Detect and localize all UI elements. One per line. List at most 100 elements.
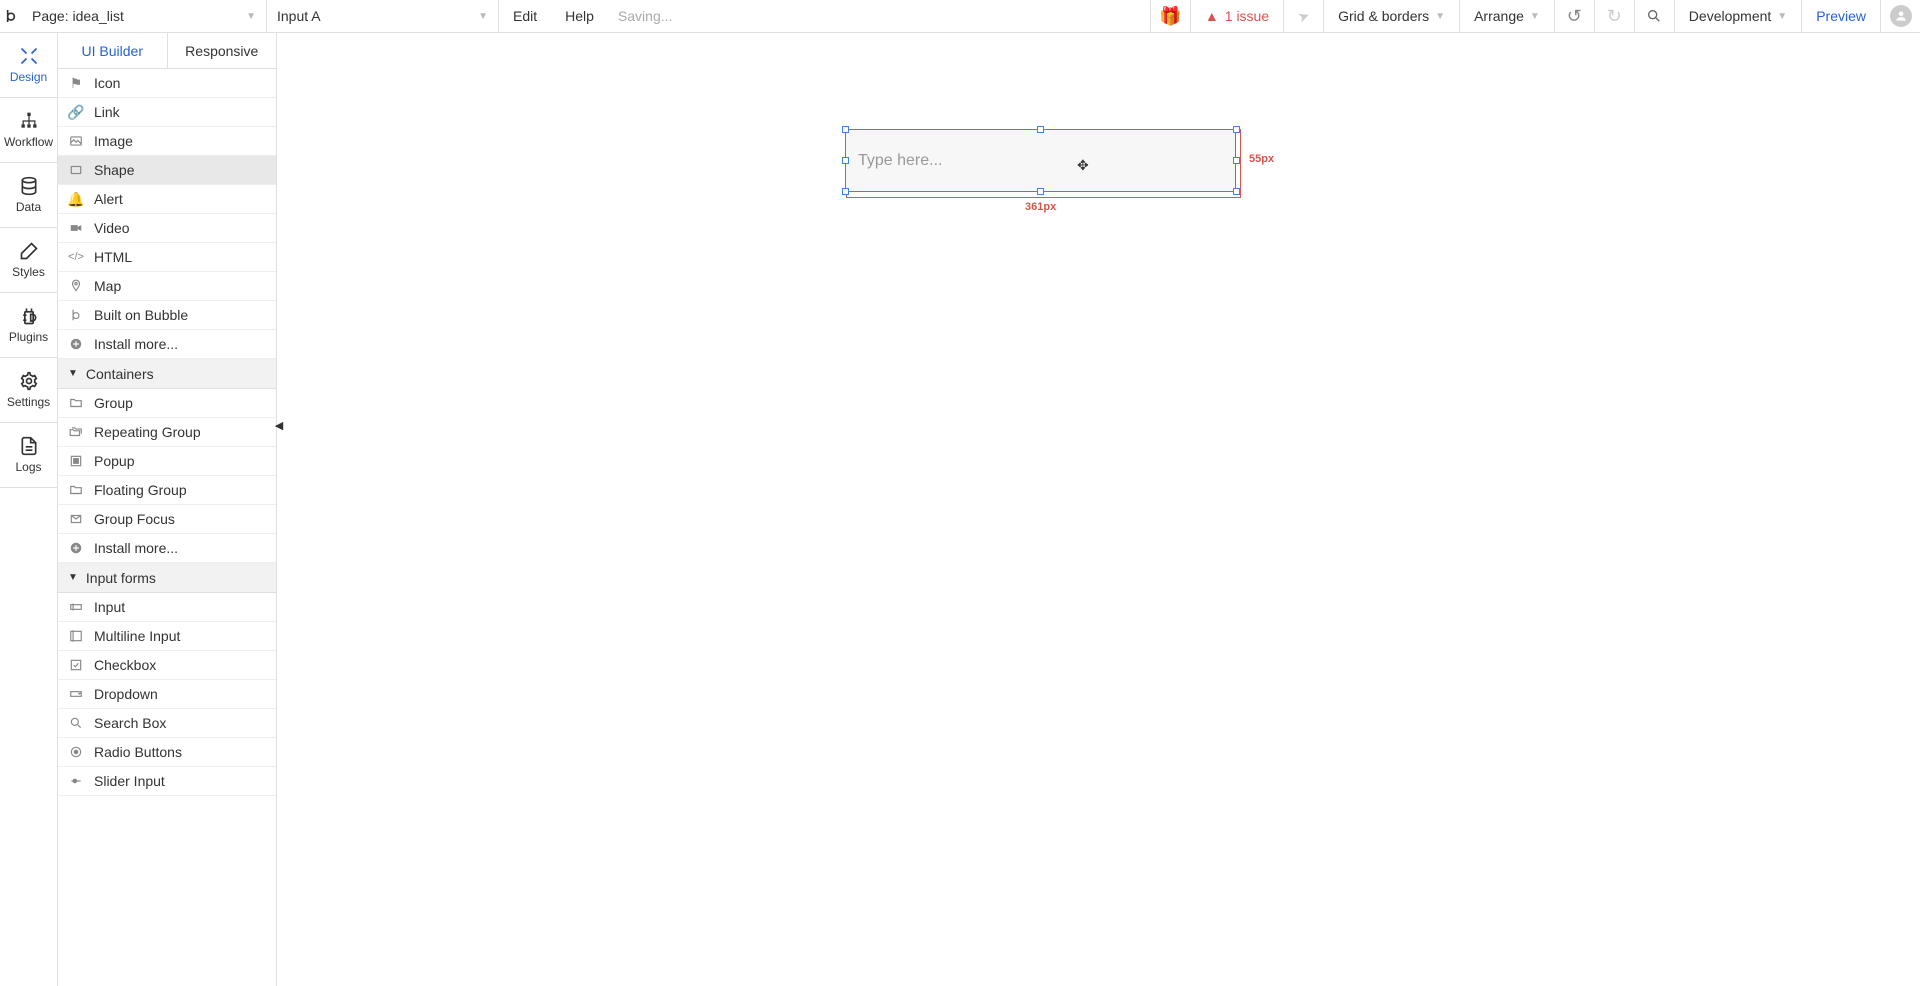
palette-item-label: Radio Buttons — [94, 744, 182, 760]
chevron-down-icon: ▼ — [1530, 11, 1540, 22]
caret-down-icon: ▼ — [68, 368, 78, 379]
palette-list[interactable]: ⚑ Icon 🔗 Link Image Shape 🔔 Alert — [58, 69, 276, 986]
chevron-down-icon: ▼ — [1435, 11, 1445, 22]
section-input-forms[interactable]: ▼ Input forms — [58, 563, 276, 593]
undo-button[interactable]: ↺ — [1554, 0, 1594, 33]
palette-item-group-focus[interactable]: Group Focus — [58, 505, 276, 534]
section-label: Input forms — [86, 570, 156, 586]
environment-label: Development — [1689, 8, 1772, 24]
palette-item-repeating-group[interactable]: Repeating Group — [58, 418, 276, 447]
topbar: Page: idea_list ▼ Input A ▼ Edit Help Sa… — [0, 0, 1920, 33]
palette-item-label: Checkbox — [94, 657, 156, 673]
palette-item-install-more[interactable]: Install more... — [58, 330, 276, 359]
palette-item-image[interactable]: Image — [58, 127, 276, 156]
resize-handle-nw[interactable] — [842, 126, 849, 133]
rail-settings[interactable]: Settings — [0, 358, 57, 423]
palette-item-floating-group[interactable]: Floating Group — [58, 476, 276, 505]
collapse-panel-handle[interactable]: ◀ — [274, 413, 284, 437]
palette-item-label: Map — [94, 278, 121, 294]
palette-item-alert[interactable]: 🔔 Alert — [58, 185, 276, 214]
palette-item-built-on-bubble[interactable]: Built on Bubble — [58, 301, 276, 330]
user-avatar[interactable] — [1880, 0, 1920, 33]
height-label: 55px — [1249, 153, 1274, 165]
rail-design[interactable]: Design — [0, 33, 57, 98]
canvas[interactable]: Type here... 361px 55px ✥ — [277, 33, 1920, 986]
code-icon: </> — [68, 249, 84, 265]
focus-icon — [68, 511, 84, 527]
arrange-label: Arrange — [1474, 8, 1524, 24]
rail-workflow[interactable]: Workflow — [0, 98, 57, 163]
palette-item-group[interactable]: Group — [58, 389, 276, 418]
palette-item-install-more-containers[interactable]: Install more... — [58, 534, 276, 563]
rail-plugins[interactable]: Plugins — [0, 293, 57, 358]
rail-logs[interactable]: Logs — [0, 423, 57, 488]
rail-styles[interactable]: Styles — [0, 228, 57, 293]
palette-item-dropdown[interactable]: Dropdown — [58, 680, 276, 709]
preview-button[interactable]: Preview — [1801, 0, 1880, 33]
search-button[interactable] — [1634, 0, 1674, 33]
width-label: 361px — [1025, 201, 1056, 213]
section-containers[interactable]: ▼ Containers — [58, 359, 276, 389]
palette-item-video[interactable]: Video — [58, 214, 276, 243]
resize-handle-sw[interactable] — [842, 188, 849, 195]
rail-label: Styles — [12, 265, 45, 279]
element-selector[interactable]: Input A ▼ — [267, 0, 499, 33]
resize-handle-se[interactable] — [1233, 188, 1240, 195]
palette-item-search-box[interactable]: Search Box — [58, 709, 276, 738]
edit-button[interactable]: Edit — [499, 0, 551, 33]
grid-borders-label: Grid & borders — [1338, 8, 1429, 24]
resize-handle-e[interactable] — [1233, 157, 1240, 164]
palette-item-label: Slider Input — [94, 773, 165, 789]
palette-item-checkbox[interactable]: Checkbox — [58, 651, 276, 680]
palette-item-label: HTML — [94, 249, 132, 265]
palette-item-input[interactable]: Input — [58, 593, 276, 622]
pointer-icon[interactable]: ➤ — [1283, 0, 1323, 33]
section-label: Containers — [86, 366, 154, 382]
popup-icon — [68, 453, 84, 469]
link-icon: 🔗 — [68, 104, 84, 120]
folders-icon — [68, 424, 84, 440]
arrange-dropdown[interactable]: Arrange ▼ — [1459, 0, 1554, 33]
rail-data[interactable]: Data — [0, 163, 57, 228]
slider-icon — [68, 773, 84, 789]
pin-icon — [68, 278, 84, 294]
dropdown-icon — [68, 686, 84, 702]
palette-item-shape[interactable]: Shape — [58, 156, 276, 185]
redo-button[interactable]: ↻ — [1594, 0, 1634, 33]
chevron-down-icon: ▼ — [1777, 11, 1787, 22]
image-icon — [68, 133, 84, 149]
resize-handle-s[interactable] — [1037, 188, 1044, 195]
palette-item-radio-buttons[interactable]: Radio Buttons — [58, 738, 276, 767]
search-icon — [68, 715, 84, 731]
page-selector[interactable]: Page: idea_list ▼ — [22, 0, 267, 33]
caret-down-icon: ▼ — [68, 572, 78, 583]
tab-responsive[interactable]: Responsive — [168, 33, 277, 68]
palette-item-link[interactable]: 🔗 Link — [58, 98, 276, 127]
selected-input-element[interactable]: Type here... — [845, 129, 1236, 192]
palette-item-map[interactable]: Map — [58, 272, 276, 301]
palette-item-label: Icon — [94, 75, 120, 91]
resize-handle-w[interactable] — [842, 157, 849, 164]
palette-item-popup[interactable]: Popup — [58, 447, 276, 476]
palette-item-label: Video — [94, 220, 130, 236]
palette-item-label: Multiline Input — [94, 628, 180, 644]
shape-icon — [68, 162, 84, 178]
tab-ui-builder[interactable]: UI Builder — [58, 33, 168, 68]
gift-icon[interactable]: 🎁 — [1150, 0, 1190, 33]
palette-item-multiline-input[interactable]: Multiline Input — [58, 622, 276, 651]
grid-borders-dropdown[interactable]: Grid & borders ▼ — [1323, 0, 1459, 33]
logo-icon[interactable] — [0, 0, 22, 33]
palette-item-label: Input — [94, 599, 125, 615]
bell-icon: 🔔 — [68, 191, 84, 207]
resize-handle-ne[interactable] — [1233, 126, 1240, 133]
palette-item-label: Alert — [94, 191, 123, 207]
palette-item-label: Shape — [94, 162, 134, 178]
issues-button[interactable]: ▲ 1 issue — [1190, 0, 1283, 33]
help-button[interactable]: Help — [551, 0, 608, 33]
environment-dropdown[interactable]: Development ▼ — [1674, 0, 1801, 33]
palette-item-html[interactable]: </> HTML — [58, 243, 276, 272]
resize-handle-n[interactable] — [1037, 126, 1044, 133]
palette-item-slider-input[interactable]: Slider Input — [58, 767, 276, 796]
palette-item-icon[interactable]: ⚑ Icon — [58, 69, 276, 98]
palette-item-label: Link — [94, 104, 120, 120]
